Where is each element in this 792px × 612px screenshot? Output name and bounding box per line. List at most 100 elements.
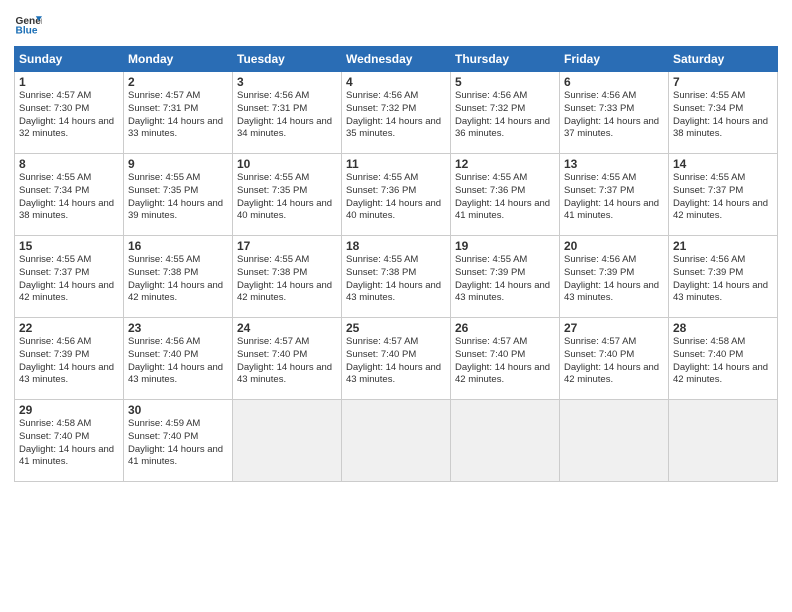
day-number: 3: [237, 75, 337, 89]
day-number: 17: [237, 239, 337, 253]
day-info: Sunrise: 4:56 AMSunset: 7:39 PMDaylight:…: [19, 336, 119, 387]
calendar-cell: 28Sunrise: 4:58 AMSunset: 7:40 PMDayligh…: [669, 318, 778, 400]
calendar-cell: 30Sunrise: 4:59 AMSunset: 7:40 PMDayligh…: [124, 400, 233, 482]
day-info: Sunrise: 4:55 AMSunset: 7:39 PMDaylight:…: [455, 254, 555, 305]
day-number: 18: [346, 239, 446, 253]
dow-header: Sunday: [15, 47, 124, 72]
day-info: Sunrise: 4:57 AMSunset: 7:40 PMDaylight:…: [237, 336, 337, 387]
day-number: 25: [346, 321, 446, 335]
dow-header: Monday: [124, 47, 233, 72]
calendar-week: 1Sunrise: 4:57 AMSunset: 7:30 PMDaylight…: [15, 72, 778, 154]
calendar-cell: 29Sunrise: 4:58 AMSunset: 7:40 PMDayligh…: [15, 400, 124, 482]
dow-header: Tuesday: [233, 47, 342, 72]
calendar-week: 22Sunrise: 4:56 AMSunset: 7:39 PMDayligh…: [15, 318, 778, 400]
calendar-cell: 23Sunrise: 4:56 AMSunset: 7:40 PMDayligh…: [124, 318, 233, 400]
days-of-week-row: SundayMondayTuesdayWednesdayThursdayFrid…: [15, 47, 778, 72]
calendar-cell: 21Sunrise: 4:56 AMSunset: 7:39 PMDayligh…: [669, 236, 778, 318]
day-number: 13: [564, 157, 664, 171]
dow-header: Thursday: [451, 47, 560, 72]
calendar-cell: [560, 400, 669, 482]
calendar-cell: 16Sunrise: 4:55 AMSunset: 7:38 PMDayligh…: [124, 236, 233, 318]
day-info: Sunrise: 4:56 AMSunset: 7:39 PMDaylight:…: [564, 254, 664, 305]
calendar-cell: [669, 400, 778, 482]
calendar-table: SundayMondayTuesdayWednesdayThursdayFrid…: [14, 46, 778, 482]
calendar-week: 15Sunrise: 4:55 AMSunset: 7:37 PMDayligh…: [15, 236, 778, 318]
calendar-cell: [342, 400, 451, 482]
calendar-cell: 7Sunrise: 4:55 AMSunset: 7:34 PMDaylight…: [669, 72, 778, 154]
logo-icon: General Blue: [14, 10, 42, 38]
day-info: Sunrise: 4:55 AMSunset: 7:37 PMDaylight:…: [19, 254, 119, 305]
calendar-cell: 26Sunrise: 4:57 AMSunset: 7:40 PMDayligh…: [451, 318, 560, 400]
calendar-cell: 2Sunrise: 4:57 AMSunset: 7:31 PMDaylight…: [124, 72, 233, 154]
day-info: Sunrise: 4:57 AMSunset: 7:40 PMDaylight:…: [455, 336, 555, 387]
day-number: 29: [19, 403, 119, 417]
day-info: Sunrise: 4:55 AMSunset: 7:34 PMDaylight:…: [673, 90, 773, 141]
calendar-cell: 19Sunrise: 4:55 AMSunset: 7:39 PMDayligh…: [451, 236, 560, 318]
calendar-page: General Blue SundayMondayTuesdayWednesda…: [0, 0, 792, 612]
day-info: Sunrise: 4:56 AMSunset: 7:31 PMDaylight:…: [237, 90, 337, 141]
calendar-cell: 5Sunrise: 4:56 AMSunset: 7:32 PMDaylight…: [451, 72, 560, 154]
calendar-cell: 11Sunrise: 4:55 AMSunset: 7:36 PMDayligh…: [342, 154, 451, 236]
day-info: Sunrise: 4:59 AMSunset: 7:40 PMDaylight:…: [128, 418, 228, 469]
day-number: 30: [128, 403, 228, 417]
day-info: Sunrise: 4:55 AMSunset: 7:37 PMDaylight:…: [673, 172, 773, 223]
day-number: 24: [237, 321, 337, 335]
day-number: 10: [237, 157, 337, 171]
calendar-cell: 3Sunrise: 4:56 AMSunset: 7:31 PMDaylight…: [233, 72, 342, 154]
calendar-cell: 14Sunrise: 4:55 AMSunset: 7:37 PMDayligh…: [669, 154, 778, 236]
day-info: Sunrise: 4:58 AMSunset: 7:40 PMDaylight:…: [673, 336, 773, 387]
calendar-cell: 17Sunrise: 4:55 AMSunset: 7:38 PMDayligh…: [233, 236, 342, 318]
day-info: Sunrise: 4:57 AMSunset: 7:40 PMDaylight:…: [564, 336, 664, 387]
calendar-cell: 18Sunrise: 4:55 AMSunset: 7:38 PMDayligh…: [342, 236, 451, 318]
day-number: 22: [19, 321, 119, 335]
day-number: 9: [128, 157, 228, 171]
day-info: Sunrise: 4:56 AMSunset: 7:39 PMDaylight:…: [673, 254, 773, 305]
calendar-cell: 1Sunrise: 4:57 AMSunset: 7:30 PMDaylight…: [15, 72, 124, 154]
day-number: 16: [128, 239, 228, 253]
day-number: 14: [673, 157, 773, 171]
calendar-cell: 24Sunrise: 4:57 AMSunset: 7:40 PMDayligh…: [233, 318, 342, 400]
dow-header: Wednesday: [342, 47, 451, 72]
calendar-cell: 27Sunrise: 4:57 AMSunset: 7:40 PMDayligh…: [560, 318, 669, 400]
svg-text:Blue: Blue: [16, 25, 38, 36]
logo: General Blue: [14, 10, 42, 38]
dow-header: Saturday: [669, 47, 778, 72]
day-number: 27: [564, 321, 664, 335]
day-info: Sunrise: 4:55 AMSunset: 7:36 PMDaylight:…: [346, 172, 446, 223]
calendar-cell: 22Sunrise: 4:56 AMSunset: 7:39 PMDayligh…: [15, 318, 124, 400]
day-info: Sunrise: 4:55 AMSunset: 7:35 PMDaylight:…: [128, 172, 228, 223]
day-number: 1: [19, 75, 119, 89]
day-number: 23: [128, 321, 228, 335]
day-info: Sunrise: 4:55 AMSunset: 7:35 PMDaylight:…: [237, 172, 337, 223]
day-info: Sunrise: 4:56 AMSunset: 7:33 PMDaylight:…: [564, 90, 664, 141]
dow-header: Friday: [560, 47, 669, 72]
day-info: Sunrise: 4:55 AMSunset: 7:38 PMDaylight:…: [237, 254, 337, 305]
calendar-week: 8Sunrise: 4:55 AMSunset: 7:34 PMDaylight…: [15, 154, 778, 236]
calendar-cell: [451, 400, 560, 482]
day-info: Sunrise: 4:56 AMSunset: 7:32 PMDaylight:…: [346, 90, 446, 141]
calendar-cell: 6Sunrise: 4:56 AMSunset: 7:33 PMDaylight…: [560, 72, 669, 154]
day-number: 11: [346, 157, 446, 171]
day-info: Sunrise: 4:55 AMSunset: 7:34 PMDaylight:…: [19, 172, 119, 223]
day-number: 26: [455, 321, 555, 335]
day-info: Sunrise: 4:57 AMSunset: 7:31 PMDaylight:…: [128, 90, 228, 141]
calendar-cell: 13Sunrise: 4:55 AMSunset: 7:37 PMDayligh…: [560, 154, 669, 236]
calendar-cell: 4Sunrise: 4:56 AMSunset: 7:32 PMDaylight…: [342, 72, 451, 154]
day-info: Sunrise: 4:55 AMSunset: 7:36 PMDaylight:…: [455, 172, 555, 223]
calendar-cell: 12Sunrise: 4:55 AMSunset: 7:36 PMDayligh…: [451, 154, 560, 236]
calendar-cell: 10Sunrise: 4:55 AMSunset: 7:35 PMDayligh…: [233, 154, 342, 236]
day-number: 28: [673, 321, 773, 335]
calendar-cell: [233, 400, 342, 482]
day-number: 6: [564, 75, 664, 89]
day-info: Sunrise: 4:55 AMSunset: 7:38 PMDaylight:…: [346, 254, 446, 305]
day-number: 2: [128, 75, 228, 89]
day-info: Sunrise: 4:55 AMSunset: 7:37 PMDaylight:…: [564, 172, 664, 223]
calendar-cell: 9Sunrise: 4:55 AMSunset: 7:35 PMDaylight…: [124, 154, 233, 236]
day-number: 4: [346, 75, 446, 89]
day-info: Sunrise: 4:56 AMSunset: 7:40 PMDaylight:…: [128, 336, 228, 387]
day-number: 20: [564, 239, 664, 253]
calendar-cell: 25Sunrise: 4:57 AMSunset: 7:40 PMDayligh…: [342, 318, 451, 400]
day-number: 12: [455, 157, 555, 171]
calendar-cell: 15Sunrise: 4:55 AMSunset: 7:37 PMDayligh…: [15, 236, 124, 318]
day-info: Sunrise: 4:57 AMSunset: 7:40 PMDaylight:…: [346, 336, 446, 387]
